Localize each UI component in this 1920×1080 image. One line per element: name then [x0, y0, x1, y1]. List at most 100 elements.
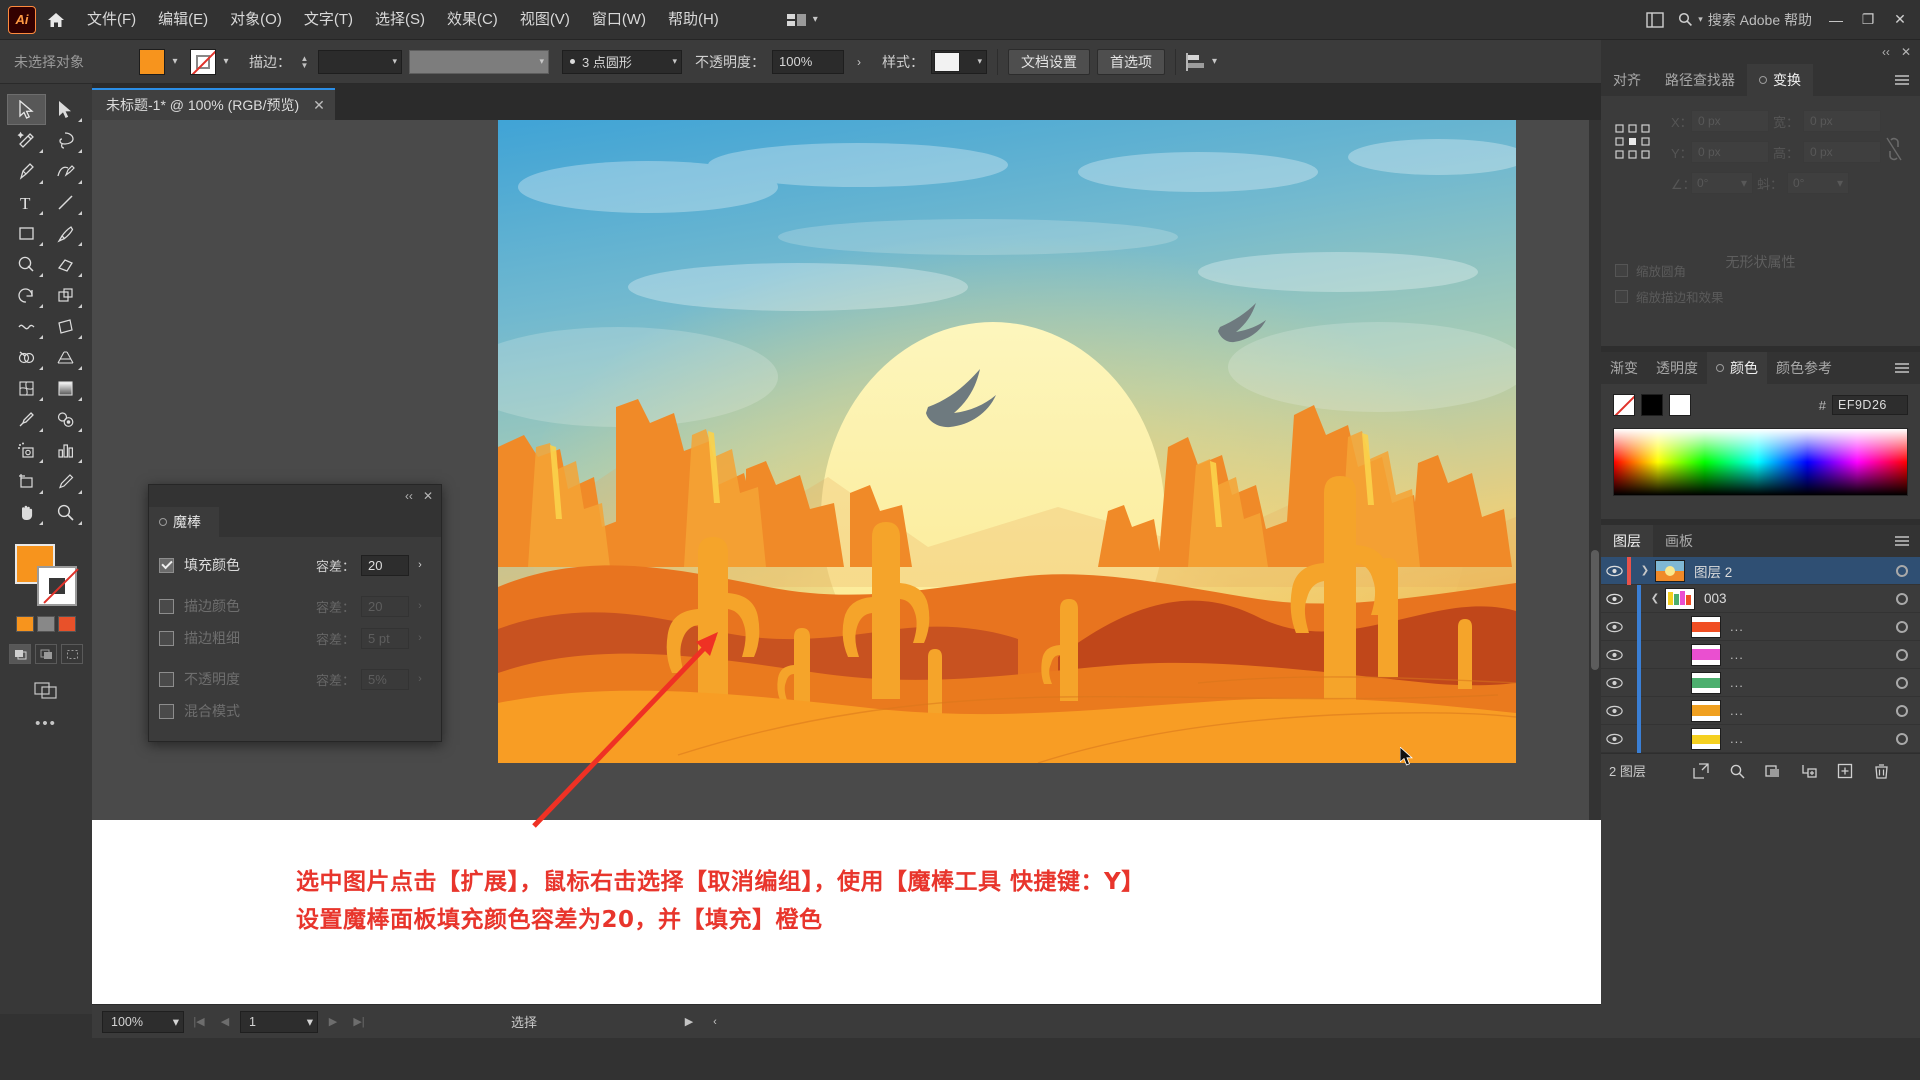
target-indicator[interactable]: [1884, 732, 1920, 745]
stroke-weight-checkbox[interactable]: [159, 630, 174, 646]
close-icon[interactable]: ✕: [1901, 45, 1911, 59]
layer-name[interactable]: ...: [1730, 731, 1884, 746]
chevron-down-icon[interactable]: ❮: [1645, 593, 1665, 604]
release-to-layers-icon[interactable]: [1683, 754, 1719, 788]
opacity-checkbox[interactable]: [159, 671, 174, 687]
draw-inside-mode-icon[interactable]: [61, 644, 83, 664]
menu-edit[interactable]: 编辑(E): [147, 0, 219, 40]
hex-input-group[interactable]: # EF9D26: [1819, 395, 1908, 415]
search-help-box[interactable]: ▾ 搜索 Adobe 帮助: [1670, 7, 1820, 33]
tab-gradient[interactable]: 渐变: [1601, 352, 1647, 384]
perspective-grid-tool[interactable]: [46, 342, 85, 373]
target-indicator[interactable]: [1884, 620, 1920, 633]
free-transform-tool[interactable]: [46, 311, 85, 342]
layer-name[interactable]: 图层 2: [1694, 561, 1884, 581]
brush-definition-select[interactable]: 3 点圆形 ▾: [562, 49, 682, 74]
curvature-tool[interactable]: [46, 156, 85, 187]
wand-row-blend-mode[interactable]: 混合模式: [159, 695, 431, 727]
eye-icon[interactable]: [1601, 621, 1627, 633]
paintbrush-tool[interactable]: [46, 218, 85, 249]
make-clipping-mask-icon[interactable]: [1755, 754, 1791, 788]
stroke-chevron-icon[interactable]: ▾: [218, 49, 234, 75]
column-graph-tool[interactable]: [46, 435, 85, 466]
layer-name[interactable]: ...: [1730, 703, 1884, 718]
tab-magic-wand[interactable]: 魔棒: [149, 507, 219, 537]
more-tools-icon[interactable]: •••: [26, 712, 66, 734]
workspace-switcher[interactable]: ▾: [778, 8, 826, 32]
document-setup-button[interactable]: 文档设置: [1008, 48, 1090, 75]
panel-menu-icon[interactable]: [1894, 525, 1920, 557]
wand-row-stroke-weight[interactable]: 描边粗细 容差： 5 pt ›: [159, 622, 431, 654]
magic-wand-panel[interactable]: ‹‹ ✕ 魔棒 填充颜色 容差： 20 › 描边颜色 容差： 20 › 描边粗细…: [148, 484, 442, 742]
locate-object-icon[interactable]: [1719, 754, 1755, 788]
gradient-tool[interactable]: [46, 373, 85, 404]
new-sublayer-icon[interactable]: [1791, 754, 1827, 788]
blend-tool[interactable]: [46, 404, 85, 435]
fill-chevron-icon[interactable]: ▾: [167, 49, 183, 75]
layer-name[interactable]: 003: [1704, 591, 1884, 606]
chevron-right-icon[interactable]: ❯: [1635, 565, 1655, 576]
eyedropper-tool[interactable]: [7, 404, 46, 435]
zoom-tool[interactable]: [46, 497, 85, 528]
panel-menu-icon[interactable]: [1894, 352, 1920, 384]
fill-tolerance-expand-icon[interactable]: ›: [409, 555, 431, 576]
eye-icon[interactable]: [1601, 593, 1627, 605]
eraser-tool[interactable]: [46, 249, 85, 280]
tool-stroke-swatch[interactable]: [37, 566, 77, 606]
delete-layer-icon[interactable]: [1863, 754, 1899, 788]
eye-icon[interactable]: [1601, 565, 1627, 577]
hex-input[interactable]: EF9D26: [1832, 395, 1908, 415]
reference-point-grid[interactable]: [1615, 124, 1651, 160]
close-icon[interactable]: ✕: [313, 97, 325, 114]
eye-icon[interactable]: [1601, 677, 1627, 689]
stroke-color-group[interactable]: ▾: [190, 48, 234, 75]
tab-pathfinder[interactable]: 路径查找器: [1653, 64, 1747, 96]
status-menu-arrow-icon[interactable]: ▶: [678, 1011, 700, 1033]
layer-name[interactable]: ...: [1730, 675, 1884, 690]
layer-row-sublayer-group[interactable]: ❮ 003: [1601, 584, 1920, 613]
symbol-sprayer-tool[interactable]: [7, 435, 46, 466]
target-indicator[interactable]: [1884, 704, 1920, 717]
panel-menu-icon[interactable]: [1894, 64, 1920, 96]
artboard-tool[interactable]: [7, 466, 46, 497]
black-color-swatch[interactable]: [1641, 394, 1663, 416]
window-close-button[interactable]: ✕: [1884, 0, 1916, 40]
layer-row-parent[interactable]: ❯ 图层 2: [1601, 556, 1920, 585]
screen-mode-icon[interactable]: [26, 678, 66, 702]
fill-color-swatch[interactable]: [139, 48, 165, 75]
last-artboard-icon[interactable]: ▶|: [348, 1011, 370, 1033]
layer-row-object[interactable]: ...: [1601, 724, 1920, 753]
fill-tolerance-input[interactable]: 20: [361, 554, 409, 576]
target-indicator[interactable]: [1884, 676, 1920, 689]
collapse-icon[interactable]: ‹‹: [1882, 45, 1890, 59]
artboard-number-select[interactable]: 1 ▾: [240, 1010, 318, 1033]
type-tool[interactable]: T: [7, 187, 46, 218]
white-color-swatch[interactable]: [1669, 394, 1691, 416]
fill-color-checkbox[interactable]: [159, 557, 174, 573]
none-color-swatch[interactable]: [1613, 394, 1635, 416]
eye-icon[interactable]: [1601, 649, 1627, 661]
canvas-vertical-scrollbar[interactable]: [1589, 120, 1601, 820]
lasso-tool[interactable]: [46, 125, 85, 156]
tab-transparency[interactable]: 透明度: [1647, 352, 1707, 384]
tab-color[interactable]: 颜色: [1707, 352, 1767, 384]
window-minimize-button[interactable]: —: [1820, 0, 1852, 40]
document-tab[interactable]: 未标题-1* @ 100% (RGB/预览) ✕: [92, 88, 335, 120]
target-indicator[interactable]: [1884, 648, 1920, 661]
opacity-value-field[interactable]: 100%: [772, 49, 844, 74]
zoom-level-select[interactable]: 100% ▾: [102, 1010, 184, 1033]
direct-selection-tool[interactable]: [46, 94, 85, 125]
canvas-vertical-scroll-thumb[interactable]: [1591, 550, 1599, 670]
quick-color-swatches[interactable]: [9, 616, 83, 632]
hand-tool[interactable]: [7, 497, 46, 528]
pen-tool[interactable]: [7, 156, 46, 187]
menu-select[interactable]: 选择(S): [364, 0, 436, 40]
width-tool[interactable]: [7, 311, 46, 342]
menu-object[interactable]: 对象(O): [219, 0, 293, 40]
rotate-tool[interactable]: [7, 280, 46, 311]
align-chevron-icon[interactable]: ▾: [1212, 56, 1217, 67]
graphic-style-select[interactable]: ▾: [931, 49, 987, 74]
home-icon[interactable]: [36, 0, 76, 40]
stroke-profile-select[interactable]: ▾: [409, 49, 549, 74]
rectangle-tool[interactable]: [7, 218, 46, 249]
